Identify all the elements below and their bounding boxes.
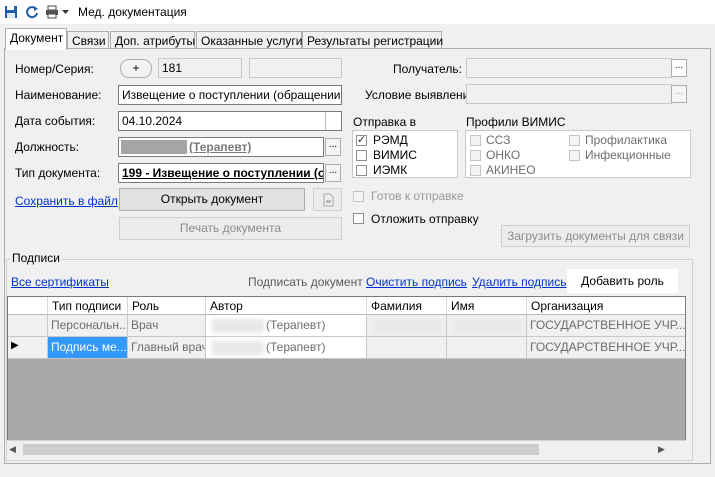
doctype-ellipsis-button[interactable]: ...: [325, 164, 341, 182]
condition-ellipsis-button: ...: [671, 85, 687, 103]
grid-header-name[interactable]: Имя: [447, 297, 527, 315]
condition-field[interactable]: [466, 84, 672, 104]
name-label: Наименование:: [15, 88, 102, 102]
grid-header-surname[interactable]: Фамилия: [367, 297, 447, 315]
row1-role[interactable]: Врач: [128, 315, 206, 337]
load-docs-button: Загрузить документы для связи: [501, 225, 690, 247]
send-to-label: Отправка в: [353, 115, 416, 129]
doctype-field[interactable]: 199 - Извещение о поступлении (о: [118, 163, 324, 183]
position-blurred-name: [121, 140, 187, 154]
row2-organization[interactable]: ГОСУДАРСТВЕННОЕ УЧР...: [527, 337, 685, 359]
checkbox-prophylaxis-label: Профилактика: [585, 133, 667, 147]
grid-header-organization[interactable]: Организация: [527, 297, 685, 315]
checkbox-vimis-label: ВИМИС: [373, 148, 417, 162]
checkbox-onko-label: ОНКО: [486, 148, 521, 162]
delete-signature-link[interactable]: Удалить подпись: [472, 275, 567, 289]
doctype-label: Тип документа:: [15, 166, 101, 180]
scroll-thumb[interactable]: [23, 444, 539, 455]
redacted-surname-1: [373, 319, 441, 333]
profiles-label: Профили ВИМИС: [466, 115, 566, 129]
series-field[interactable]: [249, 58, 342, 78]
print-document-button: Печать документа: [119, 217, 342, 240]
redacted-name-1: [453, 319, 521, 333]
row2-name[interactable]: [447, 337, 527, 359]
redacted-author-2: [212, 341, 264, 355]
recipient-label: Получатель:: [393, 62, 462, 76]
checkbox-vimis[interactable]: [356, 150, 367, 161]
row-indicator-current[interactable]: ▶: [8, 337, 48, 359]
document-icon: [323, 193, 333, 207]
checkbox-onko[interactable]: [470, 150, 481, 161]
row2-surname[interactable]: [367, 337, 447, 359]
add-number-button[interactable]: +: [120, 59, 152, 78]
signatures-grid: Тип подписи Роль Автор Фамилия Имя Орган…: [7, 296, 686, 453]
row1-type[interactable]: Персональн...: [48, 315, 128, 337]
position-field[interactable]: (Терапевт): [118, 137, 324, 157]
sign-document-text[interactable]: Подписать документ: [248, 275, 363, 289]
checkbox-postpone-send[interactable]: [353, 213, 364, 224]
checkbox-akineo[interactable]: [470, 165, 481, 176]
title-bar: Мед. документация: [0, 0, 715, 24]
checkbox-infectious-label: Инфекционные: [585, 148, 671, 162]
checkbox-ready-to-send: [353, 191, 364, 202]
all-certificates-link[interactable]: Все сертификаты: [11, 275, 109, 289]
event-date-label: Дата события:: [15, 114, 96, 128]
document-icon-button: [313, 188, 342, 211]
refresh-icon[interactable]: [24, 4, 40, 20]
number-label: Номер/Серия:: [15, 62, 94, 76]
name-field[interactable]: Извещение о поступлении (обращении) паци…: [118, 85, 342, 105]
scroll-right-arrow-icon[interactable]: ▶: [658, 444, 665, 455]
position-value: (Терапевт): [189, 140, 252, 154]
event-date-field[interactable]: 04.10.2024: [118, 111, 342, 131]
row2-type[interactable]: Подпись ме...: [48, 337, 128, 359]
row1-organization[interactable]: ГОСУДАРСТВЕННОЕ УЧР...: [527, 315, 685, 337]
position-ellipsis-button[interactable]: ...: [325, 138, 341, 156]
tab-document[interactable]: Документ: [5, 28, 67, 50]
condition-label: Условие выявления:: [365, 88, 480, 102]
position-label: Должность:: [15, 140, 80, 154]
save-to-file-link[interactable]: Сохранить в файл: [15, 194, 118, 208]
checkbox-ssz-label: ССЗ: [486, 133, 511, 147]
checkbox-remd-label: РЭМД: [373, 133, 408, 147]
dropdown-arrow-icon[interactable]: [60, 4, 70, 20]
number-field[interactable]: 181: [158, 58, 242, 78]
save-icon[interactable]: [3, 4, 19, 20]
scroll-left-arrow-icon[interactable]: ◀: [9, 444, 16, 455]
checkbox-prophylaxis[interactable]: [569, 135, 580, 146]
grid-header-role[interactable]: Роль: [128, 297, 206, 315]
recipient-field[interactable]: [466, 58, 672, 78]
grid-horizontal-scrollbar[interactable]: ◀ ▶: [7, 440, 686, 457]
row2-role[interactable]: Главный врач: [128, 337, 206, 359]
print-icon[interactable]: [44, 4, 60, 20]
row-indicator[interactable]: [8, 315, 48, 337]
ready-to-send-label: Готов к отправке: [371, 189, 464, 203]
checkbox-remd[interactable]: ✓: [356, 134, 367, 146]
date-picker-button[interactable]: [325, 112, 341, 130]
postpone-send-label: Отложить отправку: [371, 212, 479, 226]
clear-signature-link[interactable]: Очистить подпись: [366, 275, 467, 289]
grid-header-author[interactable]: Автор: [206, 297, 367, 315]
checkbox-ssz[interactable]: [470, 135, 481, 146]
grid-header-indicator: [8, 297, 48, 315]
signatures-group-label: Подписи: [10, 251, 62, 265]
grid-header-type[interactable]: Тип подписи: [48, 297, 128, 315]
checkbox-infectious[interactable]: [569, 150, 580, 161]
add-role-button[interactable]: Добавить роль: [567, 269, 678, 293]
open-document-button[interactable]: Открыть документ: [119, 188, 305, 211]
redacted-author-1: [212, 319, 264, 333]
checkbox-iemk[interactable]: [356, 165, 367, 176]
window-title: Мед. документация: [78, 5, 187, 19]
recipient-ellipsis-button[interactable]: ...: [671, 59, 687, 77]
checkbox-akineo-label: АКИНЕО: [486, 163, 536, 177]
checkbox-iemk-label: ИЭМК: [373, 163, 408, 177]
